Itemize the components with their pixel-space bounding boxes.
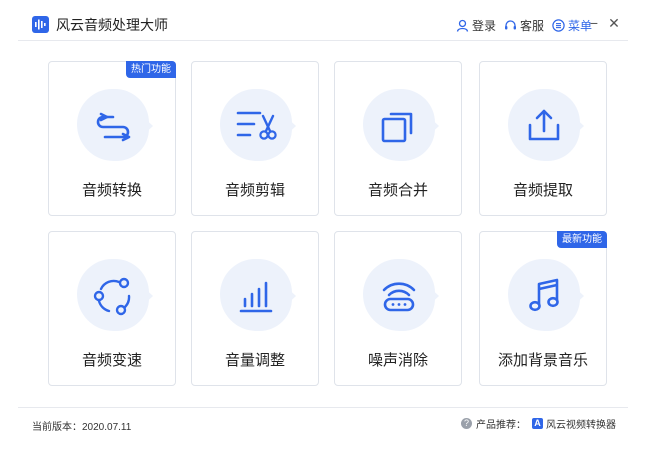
headset-icon (505, 19, 517, 29)
help-icon: ? (461, 418, 472, 429)
titlebar-actions: 登录 客服 菜单 (448, 17, 592, 33)
support-label: 客服 (520, 18, 545, 33)
hot-feature-badge: 热门功能 (126, 61, 176, 78)
card-label: 音频剪辑 (224, 182, 285, 199)
new-feature-badge: 最新功能 (557, 231, 607, 248)
recommend-app-name: 风云视频转换器 (546, 420, 616, 431)
card-label: 音量调整 (224, 352, 285, 369)
card-volume-adjust[interactable]: 音量调整 (191, 231, 319, 386)
close-button[interactable]: ✕ (606, 15, 622, 31)
card-audio-merge[interactable]: 音频合并 (334, 61, 462, 216)
card-noise-removal[interactable]: 噪声消除 (334, 231, 462, 386)
card-audio-convert[interactable]: 音频转换 热门功能 (48, 61, 176, 216)
minimize-button[interactable]: − (586, 15, 602, 31)
footer-divider (18, 407, 628, 408)
card-label: 音频提取 (512, 182, 573, 199)
product-recommend: ? 产品推荐： A 风云视频转换器 (461, 416, 616, 431)
card-label: 音频转换 (81, 182, 142, 199)
recommend-label: 产品推荐： (476, 420, 526, 431)
version-text: 当前版本：2020.07.11 (32, 422, 132, 433)
volume-bars-icon (239, 281, 273, 313)
card-audio-speed[interactable]: 音频变速 (48, 231, 176, 386)
card-label: 音频合并 (367, 182, 428, 199)
card-label: 添加背景音乐 (497, 352, 588, 369)
video-converter-logo-icon: A (532, 418, 543, 429)
noise-wifi-icon (382, 282, 416, 312)
recommend-app-link[interactable]: A 风云视频转换器 (532, 416, 616, 431)
login-button[interactable]: 登录 (456, 17, 496, 34)
support-button[interactable]: 客服 (504, 17, 544, 34)
scissors-icon (236, 111, 277, 140)
app-window: 风云音频处理大师 登录 客服 菜单 − ✕ 音频转换 热门功能 音频剪辑 音频合… (18, 6, 628, 436)
app-logo-icon (32, 16, 49, 33)
card-label: 音频变速 (81, 352, 142, 369)
card-add-background-music[interactable]: 添加背景音乐 最新功能 (479, 231, 607, 386)
title-bar: 风云音频处理大师 登录 客服 菜单 − ✕ (18, 6, 628, 41)
login-label: 登录 (472, 18, 497, 33)
card-label: 噪声消除 (367, 352, 428, 369)
user-icon (456, 19, 469, 32)
upload-tray-icon (528, 109, 560, 141)
card-audio-extract[interactable]: 音频提取 (479, 61, 607, 216)
music-note-icon (529, 278, 559, 312)
card-audio-cut[interactable]: 音频剪辑 (191, 61, 319, 216)
convert-arrows-icon (96, 112, 131, 142)
merge-squares-icon (381, 112, 413, 143)
app-title: 风云音频处理大师 (56, 17, 168, 33)
menu-circle-icon (552, 18, 565, 32)
speed-circle-icon (93, 277, 131, 316)
